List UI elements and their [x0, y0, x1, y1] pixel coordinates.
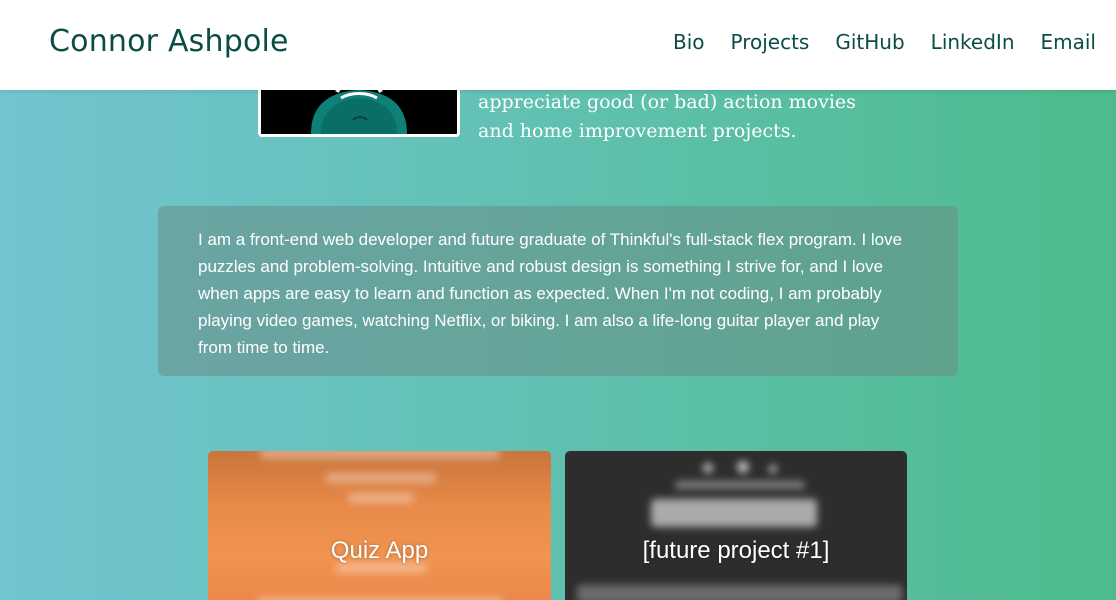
site-header: Connor Ashpole Bio Projects GitHub Linke…: [0, 0, 1116, 90]
intro-line-2: and home improvement projects.: [478, 120, 797, 142]
nav-link-github[interactable]: GitHub: [835, 30, 904, 54]
nav-link-projects[interactable]: Projects: [731, 30, 810, 54]
intro-text: appreciate good (or bad) action movies a…: [478, 88, 858, 146]
nav-link-bio[interactable]: Bio: [673, 30, 705, 54]
project-card-quiz-app[interactable]: Quiz App: [208, 451, 551, 600]
main-nav: Bio Projects GitHub LinkedIn Email: [673, 30, 1096, 54]
project-title-quiz-app: Quiz App: [330, 537, 429, 564]
site-brand[interactable]: Connor Ashpole: [49, 24, 289, 59]
project-title-future-project: [future project #1]: [642, 537, 830, 564]
project-preview-blurred: [565, 451, 907, 600]
project-card-future-project[interactable]: [future project #1]: [565, 451, 907, 600]
bio-card: I am a front-end web developer and futur…: [158, 206, 958, 376]
intro-line-1: appreciate good (or bad) action movies: [478, 91, 856, 113]
bio-text: I am a front-end web developer and futur…: [198, 230, 903, 357]
nav-link-email[interactable]: Email: [1041, 30, 1097, 54]
project-preview-blurred: [208, 451, 551, 600]
nav-link-linkedin[interactable]: LinkedIn: [931, 30, 1015, 54]
